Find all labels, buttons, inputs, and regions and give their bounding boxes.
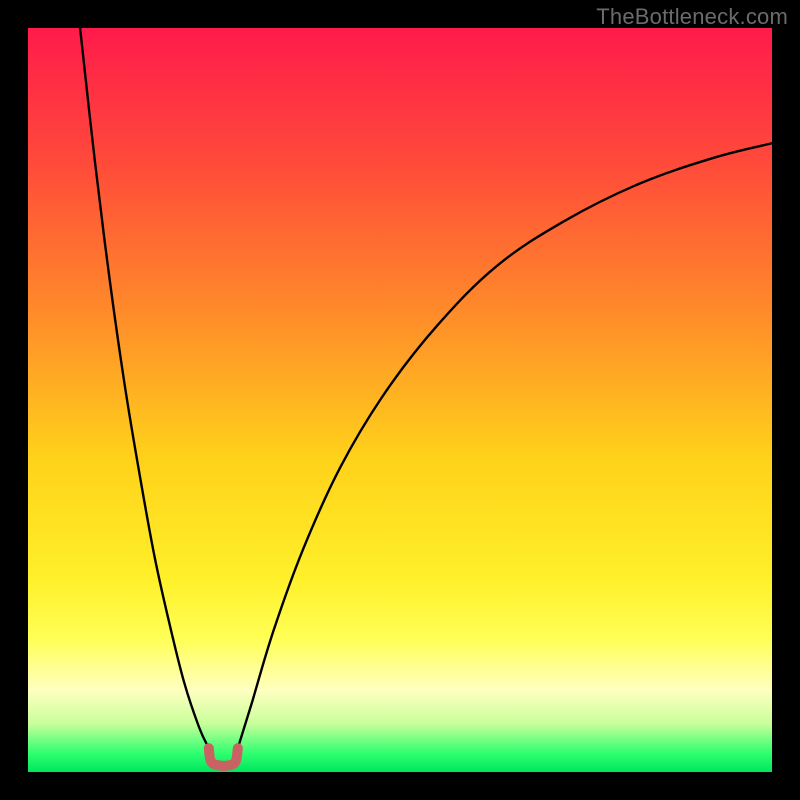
chart-svg <box>28 28 772 772</box>
gradient-background <box>28 28 772 772</box>
chart-frame: TheBottleneck.com <box>0 0 800 800</box>
plot-area <box>28 28 772 772</box>
watermark-text: TheBottleneck.com <box>596 4 788 30</box>
